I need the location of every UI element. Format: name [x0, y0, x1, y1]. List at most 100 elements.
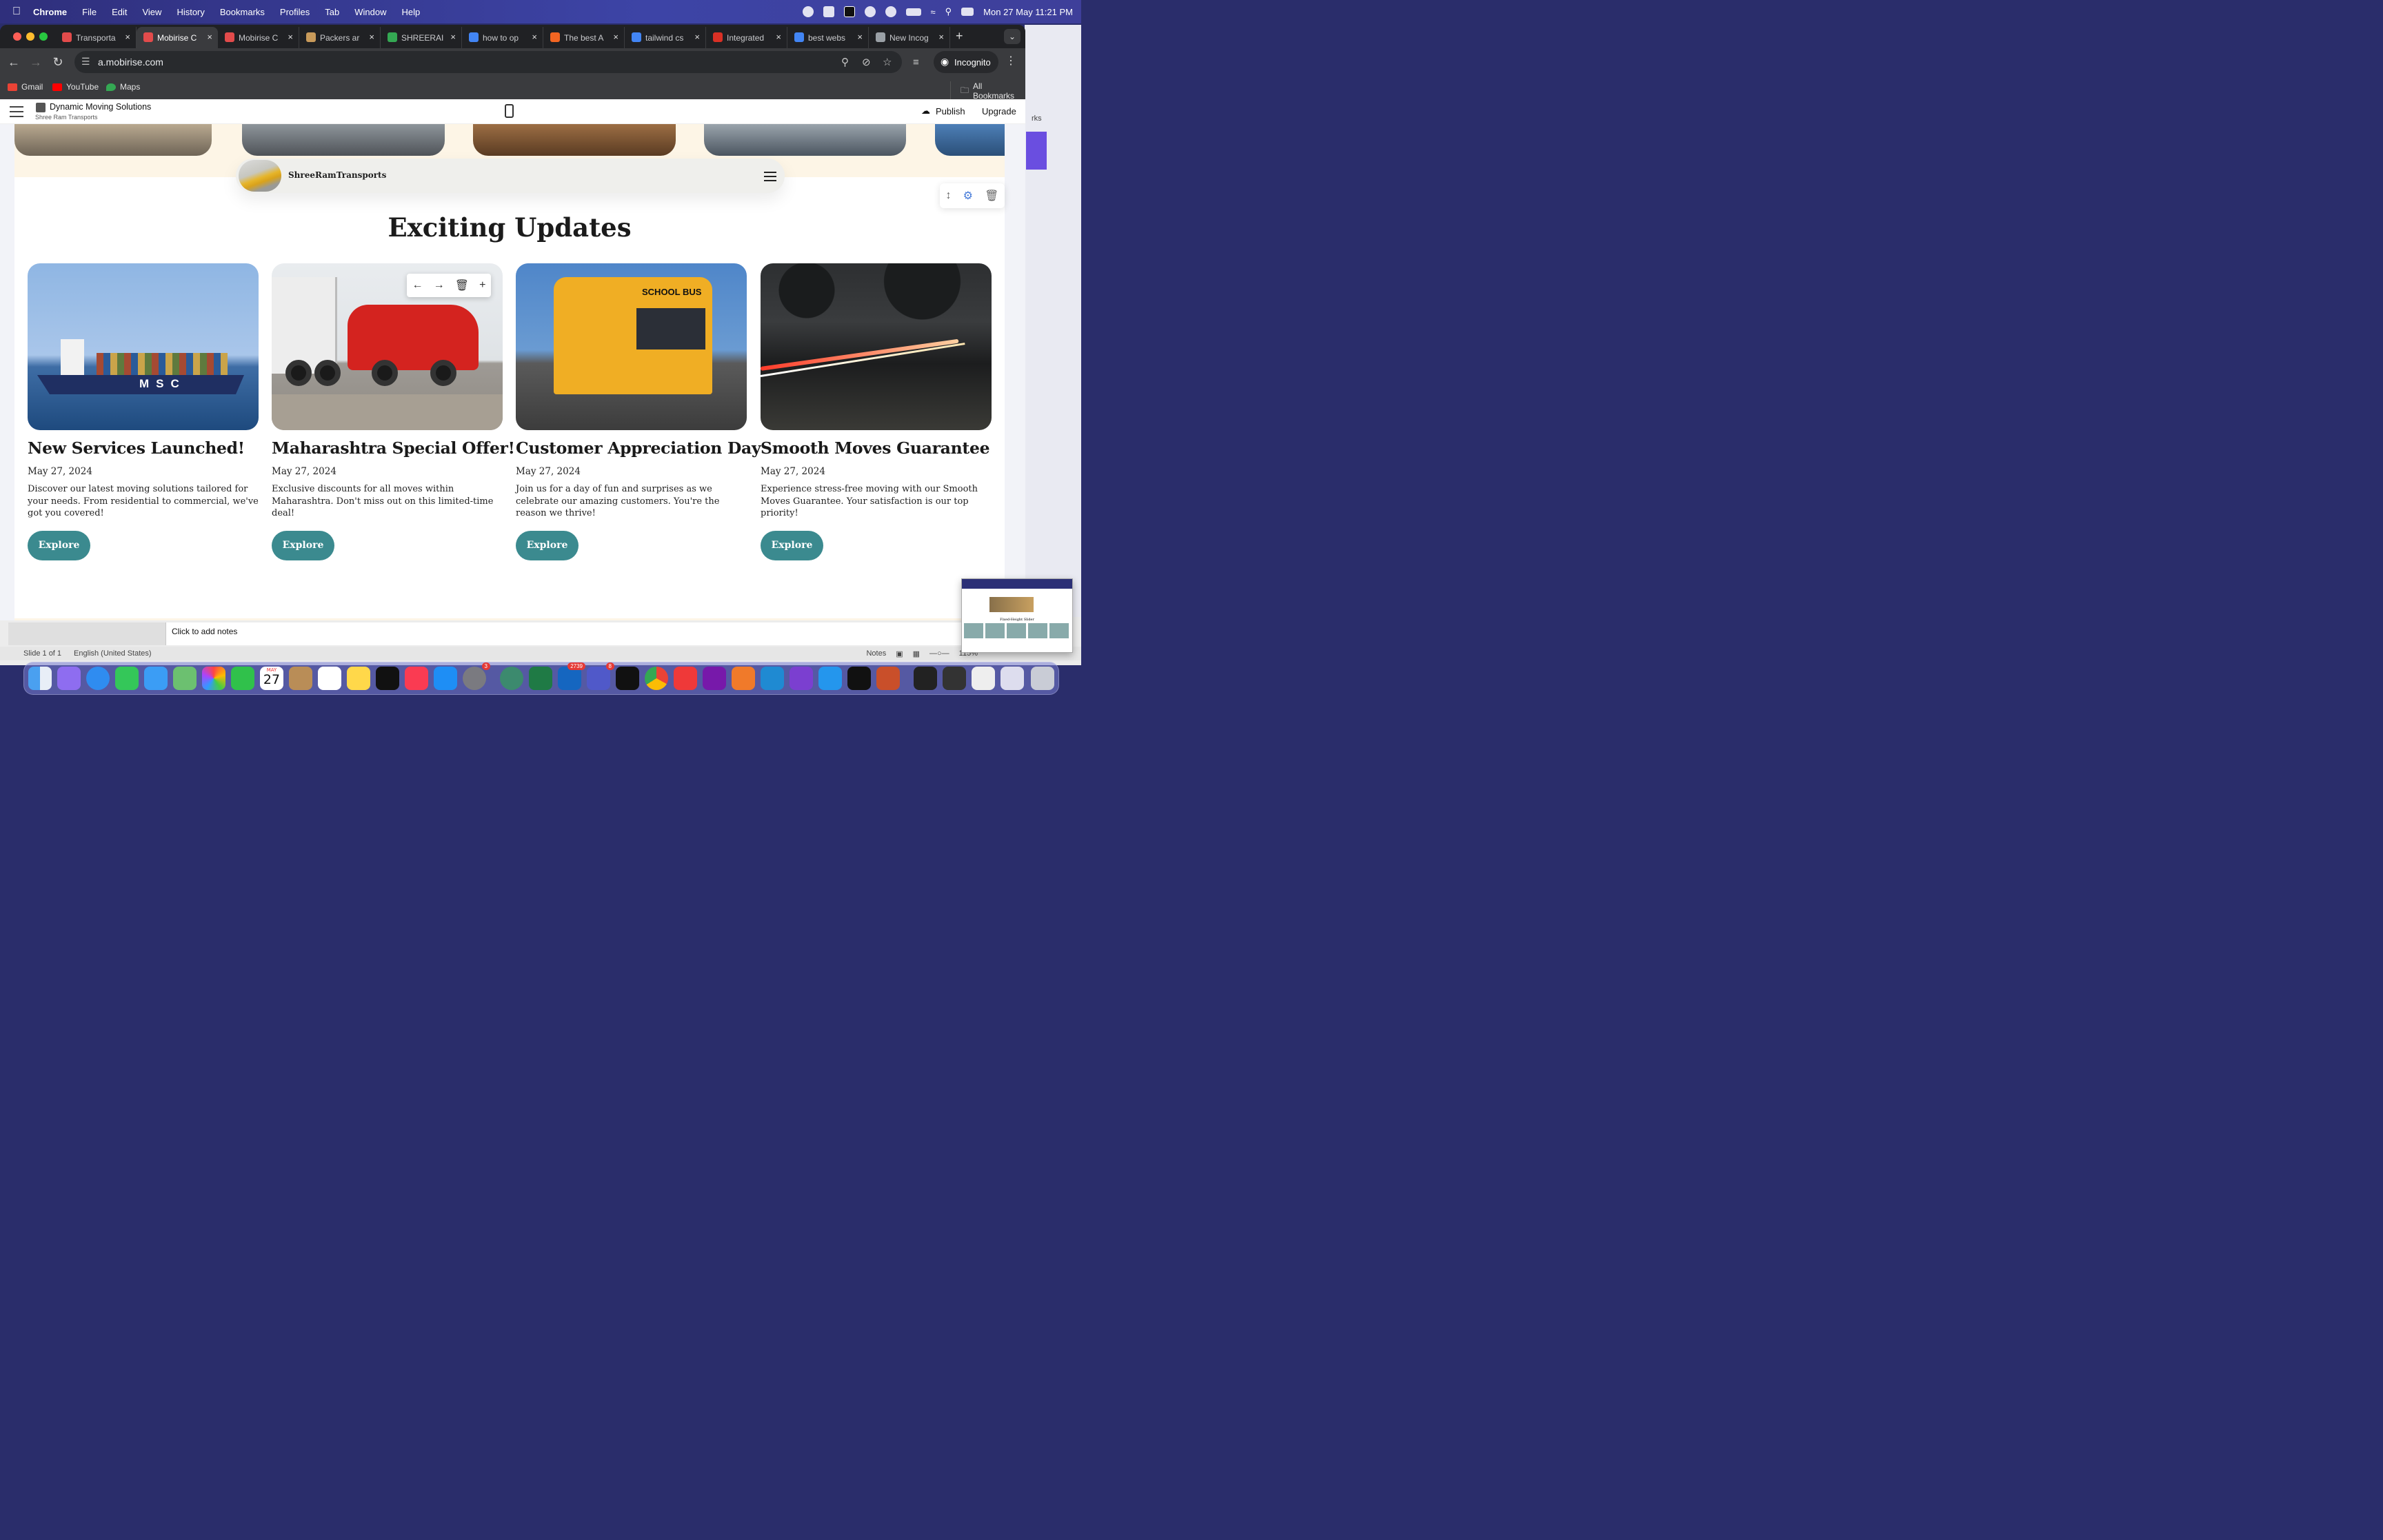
incognito-indicator[interactable]: ◉ Incognito	[934, 51, 998, 73]
notes-toggle[interactable]: Notes	[866, 649, 886, 658]
trash-icon[interactable]	[1031, 667, 1054, 690]
publish-button[interactable]: ☁ Publish	[921, 105, 965, 116]
menu-window[interactable]: Window	[354, 7, 386, 17]
card-image-red-truck[interactable]: ← → 🗑 +	[272, 263, 503, 430]
site-name[interactable]: Dynamic Moving Solutions	[50, 102, 151, 112]
language-status[interactable]: English (United States)	[74, 649, 152, 658]
launchpad-icon[interactable]	[57, 667, 81, 690]
explore-button[interactable]: Explore	[761, 530, 823, 560]
card-title[interactable]: Maharashtra Special Offer!	[272, 438, 515, 458]
section-heading[interactable]: Exciting Updates	[14, 212, 1005, 243]
browser-tab[interactable]: best webs ×	[787, 27, 869, 48]
excel-icon[interactable]	[529, 667, 552, 690]
close-tab-icon[interactable]: ×	[288, 32, 293, 42]
close-tab-icon[interactable]: ×	[613, 32, 619, 42]
navbar-menu-icon[interactable]	[764, 172, 776, 184]
webstorm-icon[interactable]	[500, 667, 523, 690]
apple-tv-icon[interactable]	[376, 667, 399, 690]
system-settings-icon[interactable]	[463, 662, 491, 690]
vscode-icon[interactable]	[761, 667, 784, 690]
move-block-icon[interactable]: ↕	[946, 190, 952, 202]
recent-doc-thumb[interactable]	[943, 667, 966, 690]
control-center-icon[interactable]	[961, 8, 974, 16]
card-description[interactable]: Join us for a day of fun and surprises a…	[516, 483, 747, 520]
card-title[interactable]: Customer Appreciation Day	[516, 438, 761, 458]
vivaldi-icon[interactable]	[674, 667, 697, 690]
menu-tab[interactable]: Tab	[325, 7, 339, 17]
browser-tab[interactable]: Mobirise C ×	[137, 27, 218, 48]
maps-app-icon[interactable]	[173, 667, 197, 690]
grid-view-icon[interactable]: ▦	[913, 649, 920, 658]
forward-button[interactable]: →	[28, 54, 44, 70]
move-right-icon[interactable]: →	[434, 279, 445, 292]
card-title[interactable]: Smooth Moves Guarantee	[761, 438, 992, 458]
card-date[interactable]: May 27, 2024	[516, 466, 747, 477]
card-description[interactable]: Experience stress-free moving with our S…	[761, 483, 992, 520]
eye-off-icon[interactable]: ⊘	[862, 56, 871, 68]
card-image-school-bus[interactable]: SCHOOL BUS	[516, 263, 747, 430]
delete-card-icon[interactable]: 🗑	[455, 278, 469, 292]
onenote-icon[interactable]	[703, 667, 726, 690]
move-left-icon[interactable]: ←	[412, 279, 423, 292]
close-tab-icon[interactable]: ×	[207, 32, 212, 42]
card-image-container-ship[interactable]: MSC	[28, 263, 259, 430]
menu-profiles[interactable]: Profiles	[280, 7, 310, 17]
card-description[interactable]: Exclusive discounts for all moves within…	[272, 483, 503, 520]
close-tab-icon[interactable]: ×	[532, 32, 537, 42]
upgrade-button[interactable]: Upgrade	[982, 106, 1016, 116]
accessibility-icon[interactable]	[802, 6, 814, 17]
chrome-menu-icon[interactable]: ⋮	[1005, 54, 1016, 68]
notes-app-icon[interactable]	[347, 667, 370, 690]
card-date[interactable]: May 27, 2024	[272, 466, 503, 477]
site-info-icon[interactable]: ☰	[81, 56, 90, 68]
safari-icon[interactable]	[86, 667, 110, 690]
menu-view[interactable]: View	[142, 7, 161, 17]
contacts-icon[interactable]	[289, 667, 312, 690]
back-button[interactable]: ←	[6, 54, 22, 70]
close-tab-icon[interactable]: ×	[369, 32, 374, 42]
bookmark-youtube[interactable]: YouTube	[52, 82, 99, 92]
calendar-icon[interactable]: MAY 27	[260, 667, 283, 690]
add-card-icon[interactable]: +	[479, 279, 485, 292]
reading-list-icon[interactable]: ≡	[913, 57, 919, 68]
intellij-icon[interactable]	[616, 667, 639, 690]
menu-app-name[interactable]: Chrome	[33, 7, 67, 17]
pen-app-icon[interactable]	[732, 667, 755, 690]
browser-tab[interactable]: The best A ×	[543, 27, 625, 48]
menubar-clock[interactable]: Mon 27 May 11:21 PM	[983, 7, 1073, 17]
bookmark-star-icon[interactable]: ☆	[883, 56, 892, 68]
close-tab-icon[interactable]: ×	[776, 32, 781, 42]
menu-help[interactable]: Help	[402, 7, 421, 17]
card-image-night-road[interactable]	[761, 263, 992, 430]
outlook-icon[interactable]	[558, 662, 585, 690]
address-bar[interactable]: ☰ a.mobirise.com ⚲ ⊘ ☆	[74, 51, 902, 73]
explore-button[interactable]: Explore	[28, 530, 90, 560]
mail-icon[interactable]	[144, 667, 168, 690]
mobile-preview-icon[interactable]	[505, 104, 514, 118]
apple-icon[interactable]: 	[0, 6, 33, 18]
explore-button[interactable]: Explore	[516, 530, 579, 560]
browser-tab[interactable]: Transporta ×	[55, 27, 137, 48]
f-app-icon[interactable]	[843, 6, 855, 17]
menu-history[interactable]: History	[177, 7, 204, 17]
chrome-icon[interactable]	[645, 667, 668, 690]
card-title[interactable]: New Services Launched!	[28, 438, 259, 458]
block-settings-icon[interactable]: ⚙	[963, 189, 973, 203]
zoom-icon[interactable]: ⚲	[841, 56, 849, 68]
card-date[interactable]: May 27, 2024	[28, 466, 259, 477]
notes-pane[interactable]: Click to add notes	[165, 622, 965, 645]
play-icon[interactable]	[885, 6, 896, 17]
recent-doc-thumb[interactable]	[914, 667, 937, 690]
all-bookmarks-button[interactable]: 🗀 All Bookmarks	[950, 81, 1025, 101]
messages-icon[interactable]	[115, 667, 139, 690]
docker-icon[interactable]	[818, 667, 842, 690]
browser-tab[interactable]: Integrated ×	[706, 27, 787, 48]
explore-button[interactable]: Explore	[272, 530, 334, 560]
zoom-slider[interactable]: —○—	[929, 649, 949, 658]
delete-block-icon[interactable]: 🗑	[985, 189, 998, 203]
editor-menu-icon[interactable]	[10, 106, 23, 117]
card-description[interactable]: Discover our latest moving solutions tai…	[28, 483, 259, 520]
bookmark-maps[interactable]: Maps	[106, 82, 140, 92]
minimize-window-button[interactable]	[26, 32, 34, 41]
new-tab-button[interactable]: +	[956, 29, 963, 43]
